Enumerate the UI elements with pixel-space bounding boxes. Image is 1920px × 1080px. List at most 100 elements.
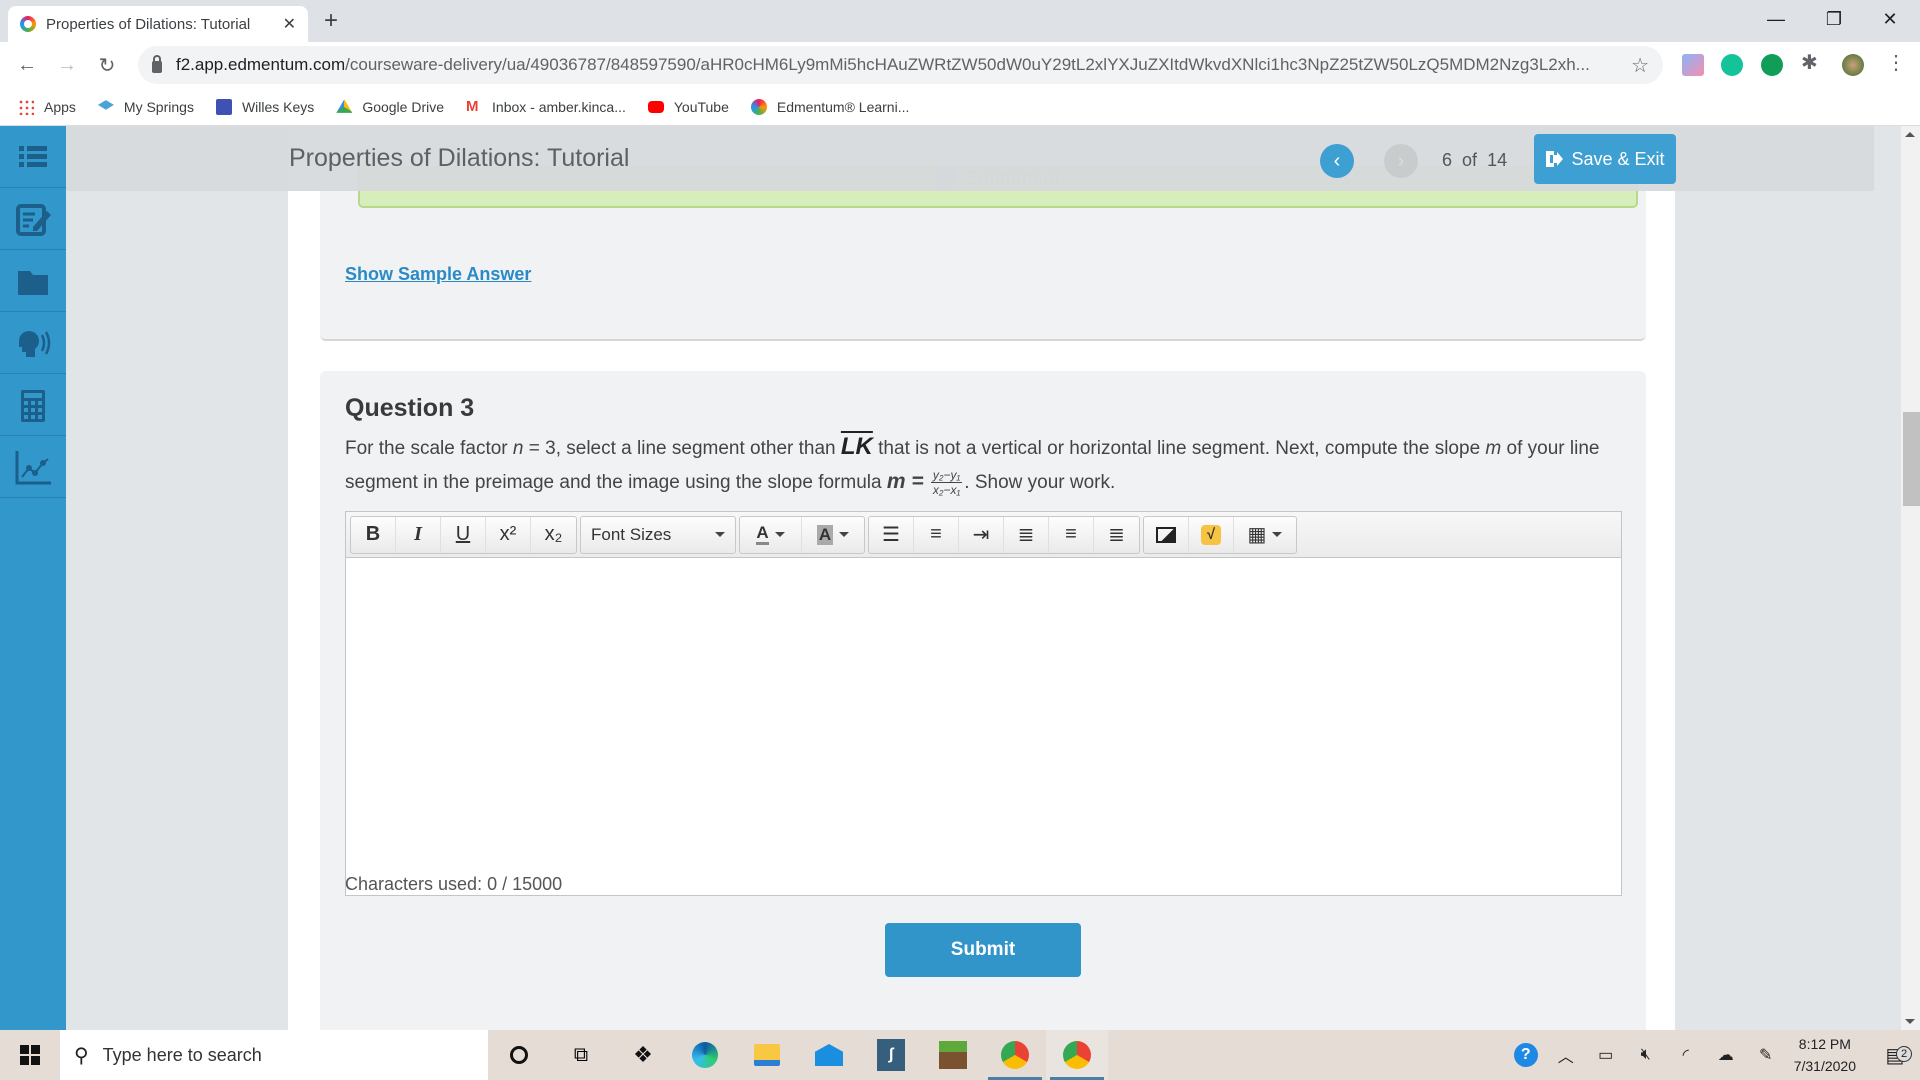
system-tray: ? ︿ ▭ 🔇︎ ◜ ☁ ✎ 8:12 PM 7/31/2020 ▤ 2: [1506, 1030, 1920, 1080]
scroll-down-arrow-icon[interactable]: [1905, 1019, 1915, 1024]
youtube-icon: [647, 100, 664, 113]
align-right-icon[interactable]: ≣: [1094, 517, 1139, 553]
question-prompt: For the scale factor n = 3, select a lin…: [345, 433, 1600, 498]
rich-text-editor: B I U x² x₂ Font Sizes A A ☰ ≡ ⇥ ≣ ≡ ≣ √…: [345, 511, 1622, 896]
gmail-icon: M: [466, 97, 479, 115]
bookmark-youtube[interactable]: YouTube: [647, 99, 729, 115]
answer-textarea[interactable]: [346, 558, 1621, 874]
bookmark-willes-keys[interactable]: Willes Keys: [215, 98, 314, 115]
sidebar-item-text-to-speech[interactable]: [0, 312, 66, 374]
extension-image-icon[interactable]: [1682, 54, 1704, 76]
chevron-down-icon: [715, 532, 725, 537]
sidebar-item-folder[interactable]: [0, 250, 66, 312]
profile-avatar[interactable]: [1842, 54, 1864, 76]
bookmark-google-drive[interactable]: Google Drive: [336, 99, 444, 115]
bookmark-gmail[interactable]: M Inbox - amber.kinca...: [466, 97, 626, 115]
tool-sidebar: [0, 126, 66, 1030]
graduation-cap-icon: [97, 100, 114, 110]
previous-page-button[interactable]: ‹: [1320, 144, 1354, 178]
mail-icon[interactable]: [798, 1030, 860, 1080]
lock-icon: [152, 55, 162, 73]
restore-button[interactable]: ❐: [1806, 0, 1862, 38]
chrome-profile-avatar-icon[interactable]: [1046, 1030, 1108, 1080]
italic-button[interactable]: I: [396, 516, 441, 553]
search-icon: ⚲: [74, 1044, 89, 1067]
address-bar[interactable]: f2.app.edmentum.com/courseware-delivery/…: [138, 46, 1663, 84]
minecraft-icon[interactable]: [922, 1030, 984, 1080]
volume-muted-icon[interactable]: 🔇︎: [1626, 1046, 1666, 1064]
file-explorer-icon[interactable]: [736, 1030, 798, 1080]
browser-tab[interactable]: Properties of Dilations: Tutorial ✕: [8, 6, 308, 42]
back-button[interactable]: ←: [12, 50, 42, 80]
edmentum-icon: [750, 98, 767, 115]
show-sample-answer-link[interactable]: Show Sample Answer: [345, 264, 531, 285]
grammarly-icon[interactable]: [1721, 54, 1743, 76]
system-clock[interactable]: 8:12 PM 7/31/2020: [1794, 1033, 1856, 1077]
subscript-button[interactable]: x₂: [531, 517, 576, 553]
scroll-up-arrow-icon[interactable]: [1905, 132, 1915, 137]
close-tab-icon[interactable]: ✕: [283, 14, 296, 34]
page-scrollbar[interactable]: [1901, 126, 1920, 1030]
text-color-button[interactable]: A: [740, 516, 802, 553]
cortana-icon[interactable]: [488, 1030, 550, 1080]
sidebar-item-notes[interactable]: [0, 188, 66, 250]
numbered-list-icon[interactable]: ≡: [914, 516, 959, 553]
url-text[interactable]: f2.app.edmentum.com/courseware-delivery/…: [176, 55, 1619, 75]
task-view-icon[interactable]: ⧉: [550, 1030, 612, 1080]
bookmarks-bar: Apps My Springs Willes Keys Google Drive…: [0, 88, 1920, 126]
highlight-color-button[interactable]: A: [802, 517, 864, 553]
align-left-icon[interactable]: ≣: [1004, 516, 1049, 553]
dropbox-icon[interactable]: ❖: [612, 1030, 674, 1080]
chrome-profile-m-icon[interactable]: [984, 1030, 1046, 1080]
lesson-header: Properties of Dilations: Tutorial ‹ › 6 …: [66, 126, 1874, 191]
next-page-button[interactable]: ›: [1384, 144, 1418, 178]
sidebar-item-graphing[interactable]: [0, 436, 66, 498]
insert-image-icon[interactable]: [1144, 516, 1189, 553]
forward-button[interactable]: →: [52, 50, 82, 80]
folder-icon: [18, 270, 48, 295]
underline-button[interactable]: U: [441, 516, 486, 553]
start-button[interactable]: [0, 1030, 60, 1080]
bookmark-my-springs[interactable]: My Springs: [97, 99, 194, 115]
indent-icon[interactable]: ⇥: [959, 516, 1004, 553]
new-tab-button[interactable]: +: [324, 6, 338, 36]
browser-tab-strip: Properties of Dilations: Tutorial ✕ + — …: [0, 0, 1920, 42]
show-hidden-icons-chevron-icon[interactable]: ︿: [1546, 1043, 1586, 1067]
bookmark-edmentum[interactable]: Edmentum® Learni...: [750, 98, 909, 115]
menu-kebab-icon[interactable]: ⋮: [1886, 50, 1906, 74]
notifications-icon[interactable]: ▤ 2: [1870, 1043, 1920, 1068]
onedrive-cloud-icon[interactable]: ☁: [1706, 1045, 1746, 1065]
wifi-icon[interactable]: ◜: [1666, 1045, 1706, 1065]
battery-icon[interactable]: ▭: [1586, 1045, 1626, 1065]
exit-icon: [1546, 151, 1564, 167]
close-window-button[interactable]: ✕: [1862, 0, 1918, 38]
edge-icon[interactable]: [674, 1030, 736, 1080]
insert-table-button[interactable]: ▦: [1234, 517, 1296, 553]
page-counter: 6 of 14: [1442, 150, 1508, 170]
font-sizes-dropdown[interactable]: Font Sizes: [581, 517, 735, 553]
hangouts-icon[interactable]: [1761, 54, 1783, 76]
help-icon[interactable]: ?: [1506, 1043, 1546, 1067]
reload-button[interactable]: ↻: [92, 50, 122, 80]
submit-button[interactable]: Submit: [885, 923, 1081, 977]
bookmark-apps[interactable]: Apps: [18, 98, 76, 115]
extensions-puzzle-icon[interactable]: ✱: [1801, 50, 1823, 74]
save-exit-button[interactable]: Save & Exit: [1534, 134, 1676, 184]
taskbar-search[interactable]: ⚲ Type here to search: [60, 1030, 488, 1080]
windows-logo-icon: [20, 1045, 40, 1065]
bold-button[interactable]: B: [351, 516, 396, 553]
sidebar-item-contents[interactable]: [0, 126, 66, 188]
superscript-button[interactable]: x²: [486, 516, 531, 553]
minimize-button[interactable]: —: [1748, 0, 1804, 38]
pen-icon[interactable]: ✎: [1746, 1045, 1786, 1065]
align-center-icon[interactable]: ≡: [1049, 516, 1094, 553]
bullet-list-icon[interactable]: ☰: [869, 516, 914, 553]
scroll-thumb[interactable]: [1903, 412, 1920, 506]
math-equation-icon[interactable]: √: [1189, 516, 1234, 553]
notification-badge: 2: [1896, 1045, 1912, 1062]
line-graph-icon: [15, 450, 51, 484]
edmentum-favicon-icon: [20, 16, 36, 32]
app-slash-icon[interactable]: ʃ: [860, 1030, 922, 1080]
sidebar-item-calculator[interactable]: [0, 374, 66, 436]
bookmark-star-icon[interactable]: ☆: [1631, 53, 1649, 78]
